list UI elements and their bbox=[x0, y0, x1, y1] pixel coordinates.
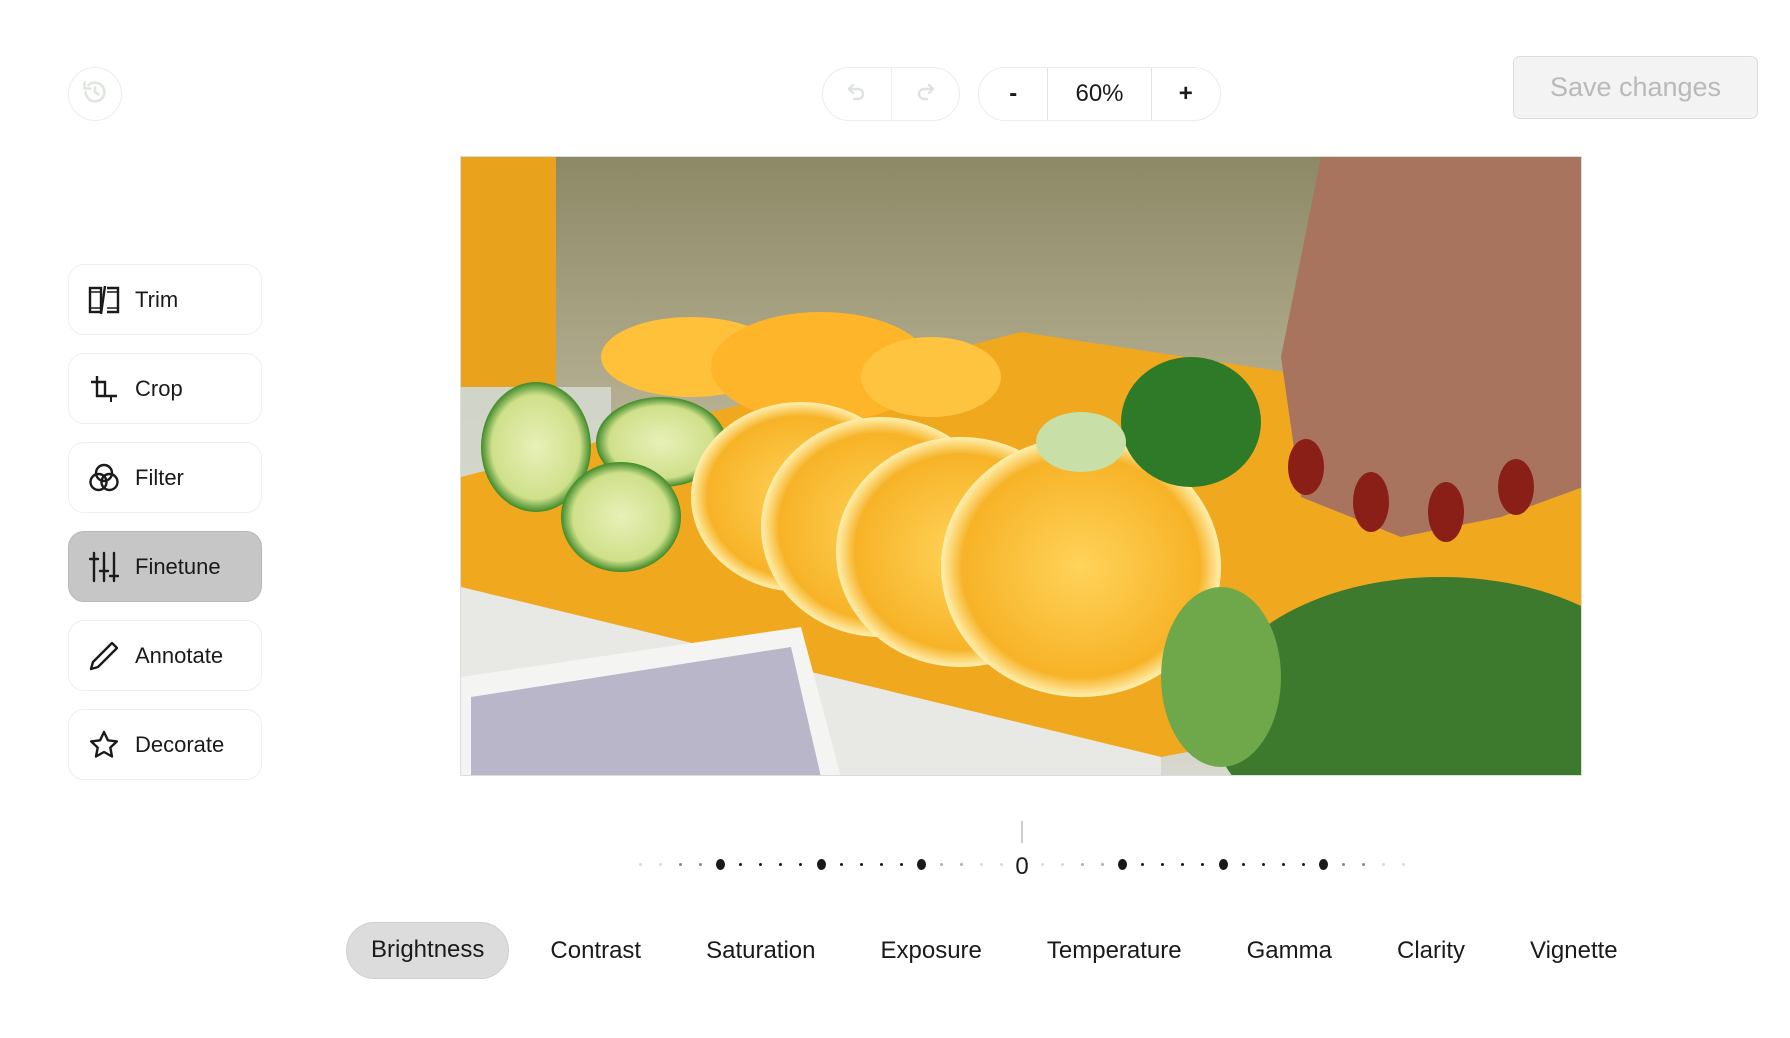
crop-icon bbox=[87, 372, 121, 406]
slider-minor-tick bbox=[1040, 863, 1044, 866]
slider-center-marker bbox=[1021, 821, 1023, 843]
slider-major-tick bbox=[816, 859, 826, 870]
sidebar-item-label: Filter bbox=[135, 464, 184, 490]
zoom-out-button[interactable]: - bbox=[979, 68, 1047, 120]
tab-exposure[interactable]: Exposure bbox=[857, 922, 1006, 979]
slider-minor-tick bbox=[638, 863, 642, 866]
slider-major-tick bbox=[1118, 859, 1127, 870]
history-icon bbox=[81, 78, 109, 111]
sidebar-item-label: Trim bbox=[135, 286, 179, 312]
undo-icon bbox=[845, 80, 869, 109]
slider-minor-tick bbox=[1080, 863, 1084, 866]
slider-minor-tick bbox=[1382, 863, 1386, 866]
slider-minor-tick bbox=[859, 863, 863, 866]
tab-temperature[interactable]: Temperature bbox=[1023, 922, 1206, 979]
tab-contrast[interactable]: Contrast bbox=[526, 922, 665, 979]
slider-major-tick bbox=[1319, 859, 1328, 870]
tool-sidebar: Trim Crop Filter Finetune Annotate Decor… bbox=[68, 264, 262, 798]
slider-minor-tick bbox=[1000, 863, 1004, 866]
slider-minor-tick bbox=[1161, 863, 1165, 866]
slider-major-tick bbox=[917, 859, 926, 870]
zoom-controls: - 60% + bbox=[978, 67, 1221, 121]
slider-minor-tick bbox=[960, 863, 964, 866]
slider-minor-tick bbox=[940, 863, 944, 866]
sidebar-item-label: Decorate bbox=[135, 731, 225, 757]
sidebar-item-label: Crop bbox=[135, 375, 183, 401]
slider-minor-tick bbox=[1181, 863, 1185, 866]
sidebar-item-decorate[interactable]: Decorate bbox=[68, 709, 262, 780]
save-changes-button[interactable]: Save changes bbox=[1513, 56, 1758, 119]
slider-minor-tick bbox=[658, 863, 662, 866]
slider-minor-tick bbox=[839, 863, 843, 866]
slider-minor-tick bbox=[1281, 863, 1285, 866]
slider-minor-tick bbox=[1362, 863, 1366, 866]
pencil-icon bbox=[87, 639, 121, 673]
tab-gamma[interactable]: Gamma bbox=[1223, 922, 1356, 979]
slider-minor-tick bbox=[739, 863, 743, 866]
undo-button[interactable] bbox=[823, 68, 891, 120]
star-icon bbox=[87, 728, 121, 762]
slider-minor-tick bbox=[1241, 863, 1245, 866]
sidebar-item-filter[interactable]: Filter bbox=[68, 442, 262, 513]
zoom-in-button[interactable]: + bbox=[1152, 68, 1220, 120]
slider-minor-tick bbox=[1201, 863, 1205, 866]
sidebar-item-crop[interactable]: Crop bbox=[68, 353, 262, 424]
slider-minor-tick bbox=[759, 863, 763, 866]
slider-minor-tick bbox=[899, 863, 903, 866]
slider-minor-tick bbox=[1261, 863, 1265, 866]
sidebar-item-label: Finetune bbox=[135, 553, 221, 579]
slider-minor-tick bbox=[1141, 863, 1145, 866]
history-button[interactable] bbox=[68, 67, 122, 121]
sidebar-item-trim[interactable]: Trim bbox=[68, 264, 262, 335]
slider-minor-tick bbox=[698, 863, 702, 866]
slider-minor-tick bbox=[678, 863, 682, 866]
slider-minor-tick bbox=[879, 863, 883, 866]
slider-value: 0 bbox=[1015, 853, 1029, 880]
tab-clarity[interactable]: Clarity bbox=[1373, 922, 1489, 979]
tab-saturation[interactable]: Saturation bbox=[682, 922, 839, 979]
photo-illustration bbox=[461, 157, 1581, 775]
slider-minor-tick bbox=[779, 863, 783, 866]
image-canvas[interactable] bbox=[460, 156, 1582, 776]
sliders-icon bbox=[87, 550, 121, 584]
redo-button[interactable] bbox=[890, 68, 960, 120]
tab-brightness[interactable]: Brightness bbox=[346, 922, 510, 979]
sidebar-item-annotate[interactable]: Annotate bbox=[68, 620, 262, 691]
redo-icon bbox=[913, 80, 937, 109]
adjustment-slider[interactable]: 0 bbox=[620, 815, 1406, 885]
slider-minor-tick bbox=[1342, 863, 1346, 866]
slider-minor-tick bbox=[1402, 863, 1406, 866]
sidebar-item-finetune[interactable]: Finetune bbox=[68, 531, 262, 602]
slider-major-tick bbox=[1218, 859, 1228, 870]
sidebar-item-label: Annotate bbox=[135, 642, 224, 668]
film-trim-icon bbox=[87, 283, 121, 317]
slider-minor-tick bbox=[799, 863, 803, 866]
slider-major-tick bbox=[716, 859, 725, 870]
undo-redo-group bbox=[822, 67, 960, 121]
slider-minor-tick bbox=[1060, 863, 1064, 866]
tab-vignette[interactable]: Vignette bbox=[1506, 922, 1642, 979]
zoom-level[interactable]: 60% bbox=[1047, 68, 1152, 120]
filter-circles-icon bbox=[87, 461, 121, 495]
slider-minor-tick bbox=[1100, 863, 1104, 866]
slider-minor-tick bbox=[1301, 863, 1305, 866]
slider-minor-tick bbox=[980, 863, 984, 866]
adjustment-tabs: Brightness Contrast Saturation Exposure … bbox=[346, 922, 1659, 979]
